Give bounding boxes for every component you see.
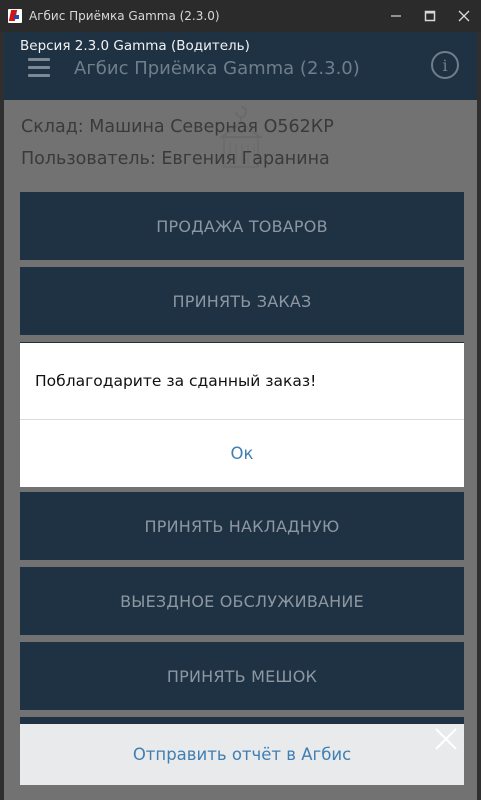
maximize-icon <box>424 10 436 22</box>
app-header: Версия 2.3.0 Gamma (Водитель) Агбис Приё… <box>4 32 477 100</box>
accept-invoice-button[interactable]: ПРИНЯТЬ НАКЛАДНУЮ <box>20 492 464 560</box>
info-glyph: i <box>442 55 448 75</box>
app-logo-icon <box>8 9 22 23</box>
window-border-left <box>0 32 4 800</box>
dialog-message: Поблагодарите за сданный заказ! <box>35 372 317 390</box>
close-snackbar-icon[interactable] <box>433 726 459 752</box>
accept-bag-button[interactable]: ПРИНЯТЬ МЕШОК <box>20 642 464 710</box>
send-report-button[interactable]: Отправить отчёт в Агбис <box>20 724 464 785</box>
close-icon <box>458 10 470 22</box>
field-service-button[interactable]: ВЫЕЗДНОЕ ОБСЛУЖИВАНИЕ <box>20 567 464 635</box>
close-window-button[interactable] <box>447 0 481 32</box>
dialog-ok-button[interactable]: Ок <box>20 420 464 487</box>
maximize-button[interactable] <box>413 0 447 32</box>
window-titlebar: Агбис Приёмка Gamma (2.3.0) <box>0 0 481 32</box>
app-title: Агбис Приёмка Gamma (2.3.0) <box>74 58 360 79</box>
user-label: Пользователь: Евгения Гаранина <box>21 149 330 169</box>
window-title: Агбис Приёмка Gamma (2.3.0) <box>29 9 220 23</box>
window-border-right <box>477 32 481 800</box>
version-label: Версия 2.3.0 Gamma (Водитель) <box>20 38 250 54</box>
minimize-button[interactable] <box>379 0 413 32</box>
sale-goods-button[interactable]: ПРОДАЖА ТОВАРОВ <box>20 192 464 260</box>
info-icon[interactable]: i <box>431 51 459 79</box>
warehouse-label: Склад: Машина Северная О562КР <box>21 117 334 137</box>
hamburger-menu-icon[interactable] <box>28 58 50 78</box>
minimize-icon <box>391 15 401 17</box>
accept-order-button[interactable]: ПРИНЯТЬ ЗАКАЗ <box>20 267 464 335</box>
alert-dialog: Поблагодарите за сданный заказ! Ок <box>20 343 464 487</box>
